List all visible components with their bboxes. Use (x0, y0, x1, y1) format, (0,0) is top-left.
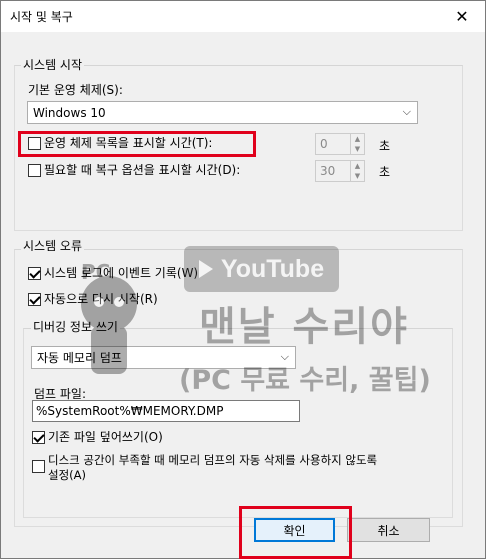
cancel-button[interactable]: 취소 (347, 518, 430, 542)
system-failure-label: 시스템 오류 (21, 239, 85, 253)
disable-autodelete-line2: 설정(A) (48, 468, 86, 482)
show-os-list-unit: 초 (379, 139, 391, 153)
write-event-checkbox[interactable]: 시스템 로그에 이벤트 기록(W) (28, 266, 198, 281)
show-os-list-value: 0 (320, 137, 328, 151)
disable-autodelete-text: 디스크 공간이 부족할 때 메모리 덤프의 자동 삭제를 사용하지 않도록 설정… (48, 453, 377, 483)
debug-info-label: 디버깅 정보 쓰기 (31, 320, 120, 334)
default-os-select[interactable]: Windows 10 ⌵ (27, 101, 418, 124)
ok-button[interactable]: 확인 (254, 518, 335, 542)
write-event-box[interactable] (28, 267, 41, 280)
show-recovery-spinner[interactable]: 30 ▲ ▼ (315, 160, 365, 182)
title-bar: 시작 및 복구 ✕ (1, 1, 485, 32)
disable-autodelete-checkbox[interactable]: 디스크 공간이 부족할 때 메모리 덤프의 자동 삭제를 사용하지 않도록 설정… (32, 453, 377, 483)
show-os-list-checkbox[interactable]: 운영 체제 목록을 표시할 시간(T): (28, 136, 212, 151)
debug-info-select[interactable]: 자동 메모리 덤프 ⌵ (31, 346, 296, 369)
auto-restart-label: 자동으로 다시 시작(R) (44, 292, 158, 306)
overwrite-label: 기존 파일 덮어쓰기(O) (48, 430, 163, 444)
chevron-down-icon: ⌵ (280, 350, 289, 363)
show-recovery-value: 30 (320, 164, 336, 178)
show-recovery-label: 필요할 때 복구 옵션을 표시할 시간(D): (44, 163, 241, 177)
show-os-list-label: 운영 체제 목록을 표시할 시간(T): (44, 136, 213, 150)
dump-file-input[interactable]: %SystemRoot%₩MEMORY.DMP (32, 400, 300, 422)
overwrite-box[interactable] (32, 431, 45, 444)
overwrite-checkbox[interactable]: 기존 파일 덮어쓰기(O) (32, 430, 163, 445)
dump-file-value: %SystemRoot%₩MEMORY.DMP (36, 404, 224, 418)
disable-autodelete-line1: 디스크 공간이 부족할 때 메모리 덤프의 자동 삭제를 사용하지 않도록 (48, 453, 378, 467)
ok-label: 확인 (283, 523, 306, 538)
spin-arrows-icon[interactable]: ▲ ▼ (350, 134, 364, 154)
system-startup-label: 시스템 시작 (21, 58, 85, 72)
show-os-list-spinner[interactable]: 0 ▲ ▼ (315, 133, 365, 155)
show-recovery-checkbox[interactable]: 필요할 때 복구 옵션을 표시할 시간(D): (28, 163, 240, 178)
chevron-down-icon: ⌵ (402, 105, 411, 118)
show-recovery-box[interactable] (28, 164, 41, 177)
show-os-list-box[interactable] (28, 137, 41, 150)
window-title: 시작 및 복구 (10, 10, 73, 24)
spin-arrows-icon[interactable]: ▲ ▼ (350, 161, 364, 181)
write-event-label: 시스템 로그에 이벤트 기록(W) (44, 266, 199, 280)
default-os-value: Windows 10 (33, 105, 106, 120)
disable-autodelete-box[interactable] (32, 460, 45, 473)
startup-recovery-dialog: 시작 및 복구 ✕ 시스템 시작 기본 운영 체제(S): Windows 10… (0, 0, 486, 559)
default-os-label: 기본 운영 체제(S): (28, 83, 123, 97)
cancel-label: 취소 (377, 523, 400, 538)
auto-restart-checkbox[interactable]: 자동으로 다시 시작(R) (28, 292, 158, 307)
show-recovery-unit: 초 (379, 165, 391, 179)
close-icon[interactable]: ✕ (447, 4, 477, 28)
debug-info-value: 자동 메모리 덤프 (37, 351, 122, 365)
dialog-body: 시스템 시작 기본 운영 체제(S): Windows 10 ⌵ 운영 체제 목… (1, 32, 485, 559)
auto-restart-box[interactable] (28, 293, 41, 306)
